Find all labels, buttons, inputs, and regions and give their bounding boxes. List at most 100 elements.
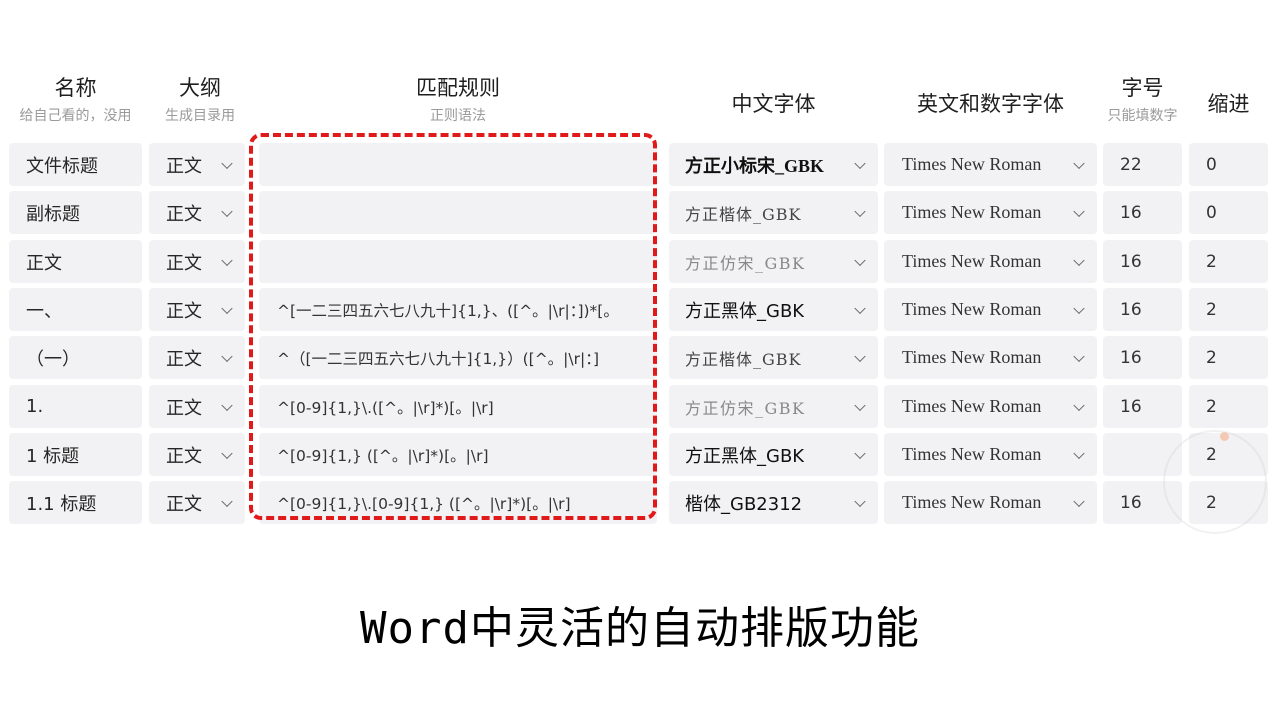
- cn-font-select-value: 方正小标宋_GBK: [685, 155, 825, 176]
- name-input[interactable]: 一、: [9, 288, 142, 331]
- chevron-down-icon[interactable]: [854, 254, 866, 266]
- name-input[interactable]: 1.: [9, 385, 142, 428]
- en-font-select[interactable]: Times New Roman: [884, 240, 1097, 283]
- chevron-down-icon[interactable]: [1073, 205, 1085, 217]
- en-font-select[interactable]: Times New Roman: [884, 385, 1097, 428]
- indent-input[interactable]: 2: [1189, 433, 1268, 476]
- indent-input[interactable]: 2: [1189, 385, 1268, 428]
- name-input[interactable]: 1.1 标题: [9, 481, 142, 524]
- indent-input[interactable]: 0: [1189, 143, 1268, 186]
- indent-input-value: 0: [1206, 154, 1217, 175]
- chevron-down-icon[interactable]: [221, 399, 233, 411]
- cn-font-select[interactable]: 方正黑体_GBK: [669, 433, 878, 476]
- cn-font-select[interactable]: 方正楷体_GBK: [669, 191, 878, 234]
- outline-select[interactable]: 正文: [149, 288, 245, 331]
- en-font-select-value: Times New Roman: [902, 444, 1042, 464]
- en-font-select[interactable]: Times New Roman: [884, 433, 1097, 476]
- chevron-down-icon[interactable]: [1073, 399, 1085, 411]
- name-input-value: 文件标题: [26, 155, 98, 177]
- outline-select-value: 正文: [166, 300, 202, 322]
- header-size: 字号 只能填数字: [1103, 74, 1182, 126]
- outline-select-value: 正文: [166, 397, 202, 419]
- outline-select-value: 正文: [166, 493, 202, 515]
- cn-font-select[interactable]: 方正楷体_GBK: [669, 336, 878, 379]
- chevron-down-icon[interactable]: [854, 205, 866, 217]
- header-rule-subtitle: 正则语法: [430, 108, 486, 124]
- size-input[interactable]: 22: [1103, 143, 1182, 186]
- chevron-down-icon[interactable]: [854, 447, 866, 459]
- rule-input[interactable]: ^[一二三四五六七八九十]{1,}、([^。|\r|：])*[。: [259, 288, 657, 331]
- chevron-down-icon[interactable]: [854, 350, 866, 362]
- chevron-down-icon[interactable]: [1073, 157, 1085, 169]
- header-indent: 缩进: [1189, 90, 1268, 118]
- rule-input[interactable]: ^[0-9]{1,}\.[0-9]{1,} ([^。|\r]*)[。|\r]: [259, 481, 657, 524]
- chevron-down-icon[interactable]: [1073, 350, 1085, 362]
- chevron-down-icon[interactable]: [221, 205, 233, 217]
- name-input[interactable]: 文件标题: [9, 143, 142, 186]
- chevron-down-icon[interactable]: [854, 495, 866, 507]
- rule-input[interactable]: [259, 191, 657, 234]
- en-font-select-value: Times New Roman: [902, 492, 1042, 512]
- chevron-down-icon[interactable]: [221, 350, 233, 362]
- outline-select[interactable]: 正文: [149, 385, 245, 428]
- name-input[interactable]: 1 标题: [9, 433, 142, 476]
- chevron-down-icon[interactable]: [221, 495, 233, 507]
- header-indent-title: 缩进: [1207, 92, 1250, 116]
- name-input[interactable]: 正文: [9, 240, 142, 283]
- chevron-down-icon[interactable]: [854, 302, 866, 314]
- size-input[interactable]: 16: [1103, 481, 1182, 524]
- chevron-down-icon[interactable]: [221, 447, 233, 459]
- size-input[interactable]: [1103, 433, 1182, 476]
- watermark-dot-icon: [1220, 432, 1229, 441]
- name-input[interactable]: （一）: [9, 336, 142, 379]
- chevron-down-icon[interactable]: [221, 157, 233, 169]
- cn-font-select[interactable]: 方正黑体_GBK: [669, 288, 878, 331]
- size-input[interactable]: 16: [1103, 240, 1182, 283]
- size-input[interactable]: 16: [1103, 288, 1182, 331]
- outline-select[interactable]: 正文: [149, 433, 245, 476]
- indent-input[interactable]: 2: [1189, 240, 1268, 283]
- rule-input[interactable]: ^（[一二三四五六七八九十]{1,}）([^。|\r|：]: [259, 336, 657, 379]
- size-input-value: 22: [1120, 154, 1142, 175]
- indent-input-value: 2: [1206, 444, 1217, 465]
- rule-input-value: ^（[一二三四五六七八九十]{1,}）([^。|\r|：]: [277, 349, 600, 368]
- cn-font-select[interactable]: 楷体_GB2312: [669, 481, 878, 524]
- outline-select[interactable]: 正文: [149, 143, 245, 186]
- chevron-down-icon[interactable]: [221, 254, 233, 266]
- indent-input[interactable]: 2: [1189, 481, 1268, 524]
- cn-font-select[interactable]: 方正仿宋_GBK: [669, 385, 878, 428]
- en-font-select-value: Times New Roman: [902, 202, 1042, 222]
- en-font-select[interactable]: Times New Roman: [884, 336, 1097, 379]
- size-input[interactable]: 16: [1103, 191, 1182, 234]
- chevron-down-icon[interactable]: [1073, 254, 1085, 266]
- en-font-select[interactable]: Times New Roman: [884, 143, 1097, 186]
- chevron-down-icon[interactable]: [1073, 495, 1085, 507]
- size-input-value: 16: [1120, 202, 1142, 223]
- indent-input[interactable]: 0: [1189, 191, 1268, 234]
- chevron-down-icon[interactable]: [1073, 447, 1085, 459]
- name-input[interactable]: 副标题: [9, 191, 142, 234]
- rule-input[interactable]: ^[0-9]{1,} ([^。|\r]*)[。|\r]: [259, 433, 657, 476]
- en-font-select[interactable]: Times New Roman: [884, 191, 1097, 234]
- outline-select[interactable]: 正文: [149, 336, 245, 379]
- rule-input[interactable]: ^[0-9]{1,}\.([^。|\r]*)[。|\r]: [259, 385, 657, 428]
- size-input[interactable]: 16: [1103, 385, 1182, 428]
- outline-select[interactable]: 正文: [149, 481, 245, 524]
- en-font-select[interactable]: Times New Roman: [884, 481, 1097, 524]
- indent-input[interactable]: 2: [1189, 288, 1268, 331]
- chevron-down-icon[interactable]: [854, 399, 866, 411]
- cn-font-select[interactable]: 方正仿宋_GBK: [669, 240, 878, 283]
- indent-input[interactable]: 2: [1189, 336, 1268, 379]
- chevron-down-icon[interactable]: [1073, 302, 1085, 314]
- size-input[interactable]: 16: [1103, 336, 1182, 379]
- en-font-select[interactable]: Times New Roman: [884, 288, 1097, 331]
- rule-input[interactable]: [259, 143, 657, 186]
- outline-select-value: 正文: [166, 252, 202, 274]
- chevron-down-icon[interactable]: [854, 157, 866, 169]
- cn-font-select[interactable]: 方正小标宋_GBK: [669, 143, 878, 186]
- chevron-down-icon[interactable]: [221, 302, 233, 314]
- outline-select[interactable]: 正文: [149, 240, 245, 283]
- rule-input[interactable]: [259, 240, 657, 283]
- header-en-font-title: 英文和数字字体: [917, 92, 1064, 116]
- outline-select[interactable]: 正文: [149, 191, 245, 234]
